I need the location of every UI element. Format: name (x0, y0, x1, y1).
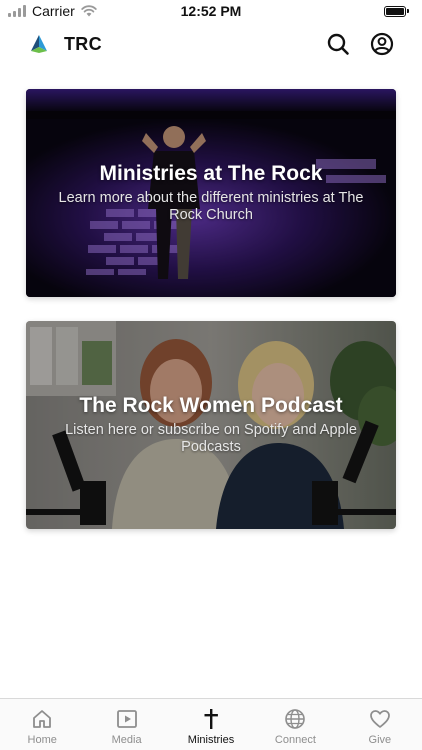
globe-icon (285, 709, 306, 729)
status-bar: Carrier 12:52 PM (0, 0, 422, 22)
tab-media[interactable]: Media (84, 699, 168, 750)
card-subtitle: Learn more about the different ministrie… (58, 190, 364, 223)
wifi-icon (81, 5, 97, 17)
signal-icon (8, 5, 26, 17)
tab-label: Home (27, 734, 57, 746)
women-podcast-card[interactable]: The Rock Women Podcast Listen here or su… (26, 321, 396, 529)
tab-label: Ministries (187, 734, 235, 746)
header-actions (326, 32, 394, 56)
card-subtitle: Listen here or subscribe on Spotify and … (65, 422, 357, 455)
tab-label: Give (368, 734, 392, 746)
account-icon[interactable] (370, 32, 394, 56)
tab-home[interactable]: Home (0, 699, 84, 750)
card-title: Ministries at The Rock (99, 162, 323, 185)
app-title: TRC (64, 33, 102, 54)
card-title: The Rock Women Podcast (79, 394, 343, 417)
battery-icon (384, 5, 409, 17)
heart-icon (369, 710, 390, 728)
status-time: 12:52 PM (180, 3, 242, 19)
cross-icon (204, 709, 218, 729)
carrier-label: Carrier (32, 3, 75, 19)
tab-bar: Home Media Ministries Connect Give (0, 698, 422, 750)
card-text: The Rock Women Podcast Listen here or su… (50, 394, 372, 456)
status-left: Carrier (8, 3, 97, 19)
home-icon (33, 710, 52, 728)
play-icon (116, 710, 137, 728)
app-logo-icon (31, 35, 47, 53)
tab-ministries[interactable]: Ministries (169, 699, 253, 750)
ministries-card[interactable]: Ministries at The Rock Learn more about … (26, 89, 396, 297)
tab-label: Media (111, 734, 142, 746)
tab-label: Connect (274, 734, 316, 746)
app-header: TRC (0, 22, 422, 66)
tab-give[interactable]: Give (338, 699, 422, 750)
card-text: Ministries at The Rock Learn more about … (50, 162, 372, 224)
search-icon[interactable] (326, 32, 350, 56)
tab-connect[interactable]: Connect (253, 699, 337, 750)
